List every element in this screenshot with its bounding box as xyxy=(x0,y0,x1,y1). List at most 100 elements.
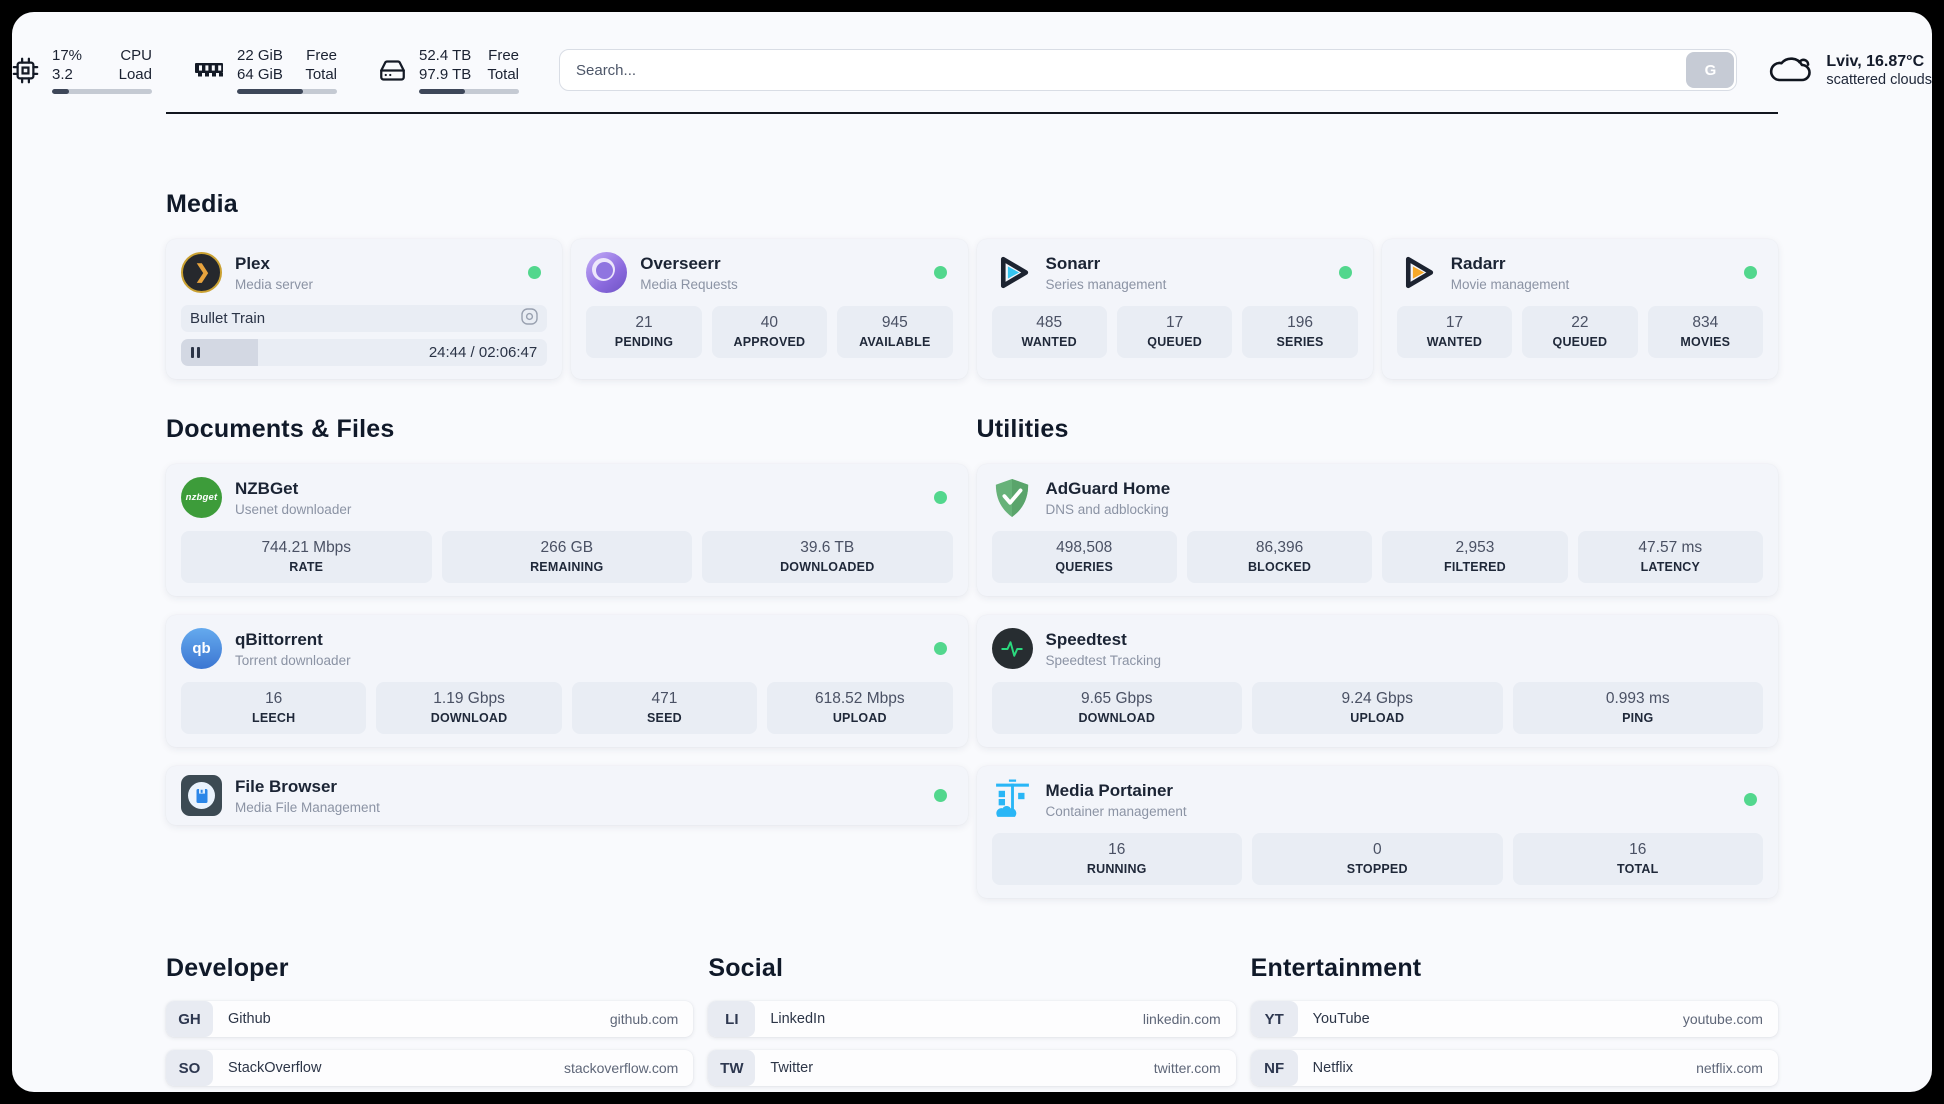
system-stats: 17% 3.2 CPU Load 22 GiB 64 GiB Free Tota… xyxy=(12,46,519,94)
disk-free-value: 52.4 TB xyxy=(419,47,472,64)
speedtest-icon xyxy=(991,628,1033,669)
weather-location-temp: Lviv, 16.87°C xyxy=(1826,52,1925,70)
bookmark-name: YouTube xyxy=(1312,1011,1370,1027)
disc-icon[interactable] xyxy=(521,308,538,329)
sonarr-icon xyxy=(992,252,1033,293)
app-subtitle: Speedtest Tracking xyxy=(1045,652,1162,668)
app-card-adguard[interactable]: AdGuard Home DNS and adblocking 498,508 Q… xyxy=(976,464,1778,596)
status-online-dot xyxy=(933,642,947,655)
cpu-progress-bar xyxy=(52,89,152,94)
stat-tile: 16 LEECH xyxy=(181,682,367,734)
stat-tile: 2,953 FILTERED xyxy=(1382,531,1568,583)
app-card-radarr[interactable]: Radarr Movie management 17 WANTED 22 QUEUE… xyxy=(1381,239,1778,379)
stat-tile: 471 SEED xyxy=(571,682,758,734)
nzbget-icon: nzbget xyxy=(181,477,222,518)
bookmark-url: netflix.com xyxy=(1696,1060,1763,1076)
stat-tile: 22 QUEUED xyxy=(1522,306,1638,358)
bookmark-twitter[interactable]: TW Twitter twitter.com xyxy=(708,1050,1236,1086)
disk-stat: 52.4 TB 97.9 TB Free Total xyxy=(379,46,519,94)
weather-widget[interactable]: Lviv, 16.87°C scattered clouds xyxy=(1767,50,1932,91)
bookmark-netflix[interactable]: NF Netflix netflix.com xyxy=(1250,1050,1778,1086)
bookmark-abbr: NF xyxy=(1250,1050,1298,1086)
stat-tile: 47.57 ms LATENCY xyxy=(1577,531,1763,583)
bookmark-name: StackOverflow xyxy=(228,1060,322,1076)
stat-tile: 744.21 Mbps RATE xyxy=(181,531,432,583)
bookmark-github[interactable]: GH Github github.com xyxy=(166,1001,694,1037)
status-online-dot xyxy=(1744,793,1757,806)
stat-tile: 945 AVAILABLE xyxy=(837,306,953,358)
bookmark-linkedin[interactable]: LI LinkedIn linkedin.com xyxy=(708,1001,1236,1037)
app-card-plex[interactable]: ❯ Plex Media server Bullet Train 24:44 /… xyxy=(166,239,563,379)
app-subtitle: Media Requests xyxy=(640,276,738,292)
app-card-overseerr[interactable]: Overseerr Media Requests 21 PENDING 40 APP… xyxy=(571,239,968,379)
app-card-sonarr[interactable]: Sonarr Series management 485 WANTED 17 QUE… xyxy=(976,239,1373,379)
stat-tile: 1.19 Gbps DOWNLOAD xyxy=(376,682,562,734)
disk-progress-bar xyxy=(419,89,519,94)
header-divider xyxy=(166,112,1778,114)
bookmark-abbr: GH xyxy=(166,1001,213,1037)
cloud-icon xyxy=(1767,50,1813,91)
disk-icon xyxy=(379,57,406,84)
stat-tile: 16 TOTAL xyxy=(1512,833,1763,885)
cpu-load-value: 3.2 xyxy=(52,66,73,83)
app-subtitle: DNS and adblocking xyxy=(1045,501,1169,517)
app-name: File Browser xyxy=(235,776,338,796)
bookmark-stackoverflow[interactable]: SO StackOverflow stackoverflow.com xyxy=(166,1050,694,1086)
google-search-button[interactable]: G xyxy=(1686,52,1735,88)
weather-condition: scattered clouds xyxy=(1826,71,1932,88)
bookmark-url: linkedin.com xyxy=(1142,1011,1221,1027)
app-card-filebrowser[interactable]: File Browser Media File Management xyxy=(166,766,968,825)
memory-total-label: Total xyxy=(305,66,337,83)
status-online-dot xyxy=(933,789,947,802)
bookmark-abbr: YT xyxy=(1250,1001,1298,1037)
dashboard-page: 17% 3.2 CPU Load 22 GiB 64 GiB Free Tota… xyxy=(12,12,1932,1092)
stat-tile: 21 PENDING xyxy=(586,306,702,358)
status-online-dot xyxy=(1338,266,1352,279)
playback-time: 24:44 / 02:06:47 xyxy=(428,344,538,361)
pause-icon[interactable] xyxy=(191,347,200,358)
memory-free-label: Free xyxy=(306,47,337,64)
status-online-dot xyxy=(933,491,947,504)
top-bar: 17% 3.2 CPU Load 22 GiB 64 GiB Free Tota… xyxy=(12,12,1932,94)
app-card-nzbget[interactable]: nzbget NZBGet Usenet downloader 744.21 M… xyxy=(166,464,968,596)
search-input[interactable] xyxy=(559,49,1738,91)
filebrowser-icon xyxy=(181,775,222,816)
status-online-dot xyxy=(933,266,947,279)
app-name: Overseerr xyxy=(640,253,721,273)
stat-tile: 266 GB REMAINING xyxy=(441,531,692,583)
search-bar: G xyxy=(559,49,1738,91)
app-name: Speedtest xyxy=(1045,629,1127,649)
cpu-usage-value: 17% xyxy=(52,47,83,64)
stat-tile: 39.6 TB DOWNLOADED xyxy=(702,531,953,583)
app-name: Plex xyxy=(235,253,270,273)
memory-progress-bar xyxy=(237,89,337,94)
app-card-speedtest[interactable]: Speedtest Speedtest Tracking 9.65 Gbps DO… xyxy=(976,615,1778,747)
bookmark-name: Github xyxy=(228,1011,271,1027)
memory-stat: 22 GiB 64 GiB Free Total xyxy=(194,46,337,94)
playback-progress-bar[interactable]: 24:44 / 02:06:47 xyxy=(181,339,548,366)
section-title-developer: Developer xyxy=(166,954,289,982)
section-title-media: Media xyxy=(166,190,238,218)
stat-tile: 618.52 Mbps UPLOAD xyxy=(767,682,953,734)
bookmark-url: twitter.com xyxy=(1153,1060,1221,1076)
app-subtitle: Media File Management xyxy=(235,799,380,815)
stat-tile: 9.65 Gbps DOWNLOAD xyxy=(991,682,1242,734)
section-title-documents: Documents & Files xyxy=(166,415,395,443)
stat-tile: 86,396 BLOCKED xyxy=(1186,531,1373,583)
cpu-stat: 17% 3.2 CPU Load xyxy=(12,46,152,94)
portainer-icon xyxy=(992,779,1033,820)
bookmark-name: Twitter xyxy=(770,1060,814,1076)
app-name: Radarr xyxy=(1450,253,1506,273)
app-subtitle: Usenet downloader xyxy=(235,501,352,517)
app-name: Sonarr xyxy=(1045,253,1101,273)
app-card-qbittorrent[interactable]: qb qBittorrent Torrent downloader 16 LEEC… xyxy=(166,615,968,747)
section-title-utilities: Utilities xyxy=(976,415,1069,443)
cpu-load-label: Load xyxy=(118,66,152,83)
app-card-portainer[interactable]: Media Portainer Container management 16 R… xyxy=(976,766,1778,898)
stat-tile: 0.993 ms PING xyxy=(1512,682,1763,734)
bookmark-url: youtube.com xyxy=(1682,1011,1763,1027)
disk-free-label: Free xyxy=(488,47,519,64)
status-online-dot xyxy=(1744,266,1757,279)
bookmark-youtube[interactable]: YT YouTube youtube.com xyxy=(1250,1001,1778,1037)
stat-tile: 196 SERIES xyxy=(1242,306,1358,358)
